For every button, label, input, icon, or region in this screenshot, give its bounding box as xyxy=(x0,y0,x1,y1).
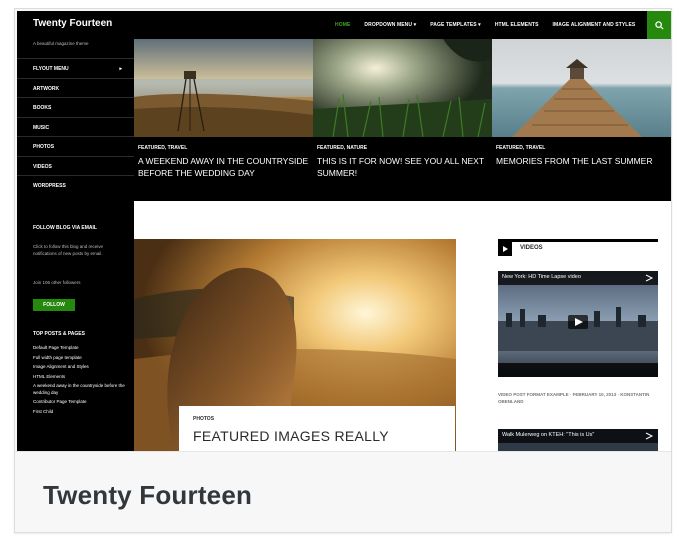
video-title[interactable]: Walk Mulerweg on KTEH: "This is Us" xyxy=(502,432,594,438)
theme-caption: Twenty Fourteen xyxy=(15,451,671,532)
sidebar-item-books[interactable]: BOOKS xyxy=(17,97,134,117)
featured-image-pier[interactable] xyxy=(492,39,671,137)
search-button[interactable] xyxy=(647,11,671,39)
follow-widget-text: Click to follow this blog and receive no… xyxy=(33,244,104,256)
sidebar-item-music[interactable]: MUSIC xyxy=(17,116,134,137)
top-post-link[interactable]: A weekend away in the countryside before… xyxy=(33,383,125,396)
theme-card[interactable]: Twenty Fourteen HOME DROPDOWN MENU ▾ PAG… xyxy=(14,8,672,533)
follow-button[interactable]: FOLLOW xyxy=(33,299,75,311)
video-post-meta[interactable]: VIDEO POST FORMAT EXAMPLE · FEBRUARY 10,… xyxy=(498,391,658,405)
sidebar-item-videos[interactable]: VIDEOS xyxy=(17,155,134,176)
nav-item-home[interactable]: HOME xyxy=(335,22,350,28)
followers-count: Join 106 other followers xyxy=(33,280,81,285)
video-player-2[interactable]: Walk Mulerweg on KTEH: "This is Us" xyxy=(498,429,658,451)
site-title[interactable]: Twenty Fourteen xyxy=(33,18,112,29)
search-icon xyxy=(654,20,664,30)
primary-nav: HOME DROPDOWN MENU ▾ PAGE TEMPLATES ▾ HT… xyxy=(335,11,649,39)
nav-item-image-alignment[interactable]: IMAGE ALIGNMENT AND STYLES xyxy=(553,22,636,28)
site-header: Twenty Fourteen HOME DROPDOWN MENU ▾ PAG… xyxy=(17,11,671,39)
follow-widget-title: FOLLOW BLOG VIA EMAIL xyxy=(33,225,97,231)
featured-category[interactable]: FEATURED, TRAVEL xyxy=(496,145,545,151)
videos-widget-title[interactable]: VIDEOS xyxy=(520,245,543,251)
featured-post[interactable]: FEATURED, NATURE THIS IS IT FOR NOW! SEE… xyxy=(313,39,492,201)
video-player[interactable]: New York: HD Time Lapse video xyxy=(498,271,658,377)
top-post-link[interactable]: Image Alignment and Styles xyxy=(33,364,125,371)
top-post-link[interactable]: Default Page Template xyxy=(33,345,125,352)
top-post-link[interactable]: Contributor Page Template xyxy=(33,399,125,406)
theme-name[interactable]: Twenty Fourteen xyxy=(43,480,252,511)
main-content: PHOTOS FEATURED IMAGES REALLY VIDEOS New… xyxy=(134,201,671,451)
sidebar-item-flyout-menu[interactable]: FLYOUT MENU ▸ xyxy=(17,58,134,78)
featured-content-grid: FEATURED, TRAVEL A WEEKEND AWAY IN THE C… xyxy=(134,39,671,201)
post-category[interactable]: PHOTOS xyxy=(193,416,214,422)
featured-title[interactable]: MEMORIES FROM THE LAST SUMMER xyxy=(496,156,668,168)
featured-category[interactable]: FEATURED, TRAVEL xyxy=(138,145,187,151)
featured-image-nature[interactable] xyxy=(313,39,492,137)
chevron-right-icon: ▸ xyxy=(119,66,122,72)
top-post-link[interactable]: HTML Elements xyxy=(33,374,125,381)
top-post-link[interactable]: Full width page template xyxy=(33,355,125,362)
sidebar-menu: FLYOUT MENU ▸ ARTWORK BOOKS MUSIC PHOTOS … xyxy=(17,58,134,195)
featured-title[interactable]: A WEEKEND AWAY IN THE COUNTRYSIDE BEFORE… xyxy=(138,156,310,179)
videos-widget-header: VIDEOS xyxy=(498,239,658,256)
nav-item-page-templates[interactable]: PAGE TEMPLATES ▾ xyxy=(430,22,481,28)
featured-image-countryside[interactable] xyxy=(134,39,313,137)
top-posts-title: TOP POSTS & PAGES xyxy=(33,331,85,337)
post-entry-header: PHOTOS FEATURED IMAGES REALLY xyxy=(179,406,455,451)
sidebar-item-photos[interactable]: PHOTOS xyxy=(17,136,134,156)
theme-screenshot[interactable]: Twenty Fourteen HOME DROPDOWN MENU ▾ PAG… xyxy=(17,11,671,451)
top-post-link[interactable]: First Child xyxy=(33,409,125,416)
featured-post[interactable]: FEATURED, TRAVEL A WEEKEND AWAY IN THE C… xyxy=(134,39,313,201)
sidebar-item-wordpress[interactable]: WORDPRESS xyxy=(17,175,134,195)
sidebar: A beautiful magazine theme FLYOUT MENU ▸ … xyxy=(17,39,134,451)
featured-category[interactable]: FEATURED, NATURE xyxy=(317,145,367,151)
top-posts-list: Default Page Template Full width page te… xyxy=(33,345,125,418)
sidebar-item-artwork[interactable]: ARTWORK xyxy=(17,77,134,98)
nav-item-dropdown-menu[interactable]: DROPDOWN MENU ▾ xyxy=(364,22,416,28)
video-icon xyxy=(498,242,512,256)
featured-post[interactable]: FEATURED, TRAVEL MEMORIES FROM THE LAST … xyxy=(492,39,671,201)
video-title[interactable]: New York: HD Time Lapse video xyxy=(502,274,581,280)
site-tagline: A beautiful magazine theme xyxy=(33,41,89,46)
post-title[interactable]: FEATURED IMAGES REALLY xyxy=(193,428,389,444)
featured-title[interactable]: THIS IS IT FOR NOW! SEE YOU ALL NEXT SUM… xyxy=(317,156,489,179)
nav-item-html-elements[interactable]: HTML ELEMENTS xyxy=(495,22,539,28)
